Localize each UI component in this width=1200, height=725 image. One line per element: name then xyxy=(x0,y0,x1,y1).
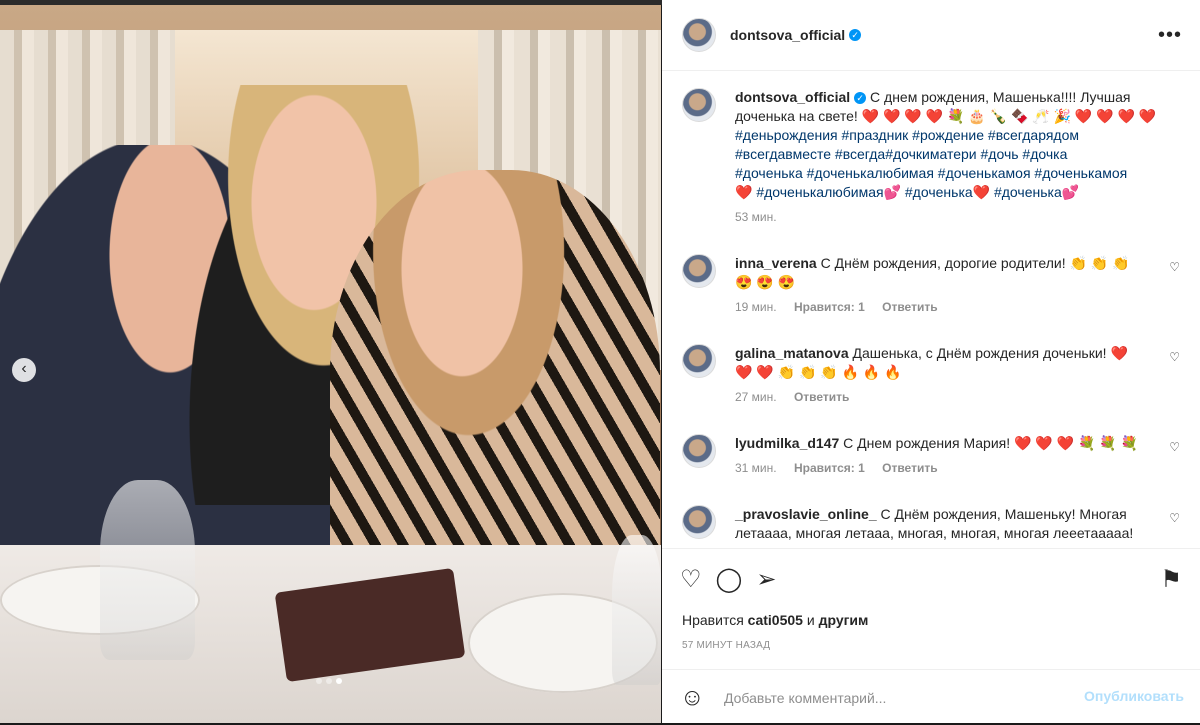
add-comment-row: ☺ Опубликовать xyxy=(662,669,1200,725)
comment-time[interactable]: 19 мин. xyxy=(735,300,777,314)
likes-prefix: Нравится xyxy=(682,612,744,628)
carousel-dot xyxy=(316,678,322,684)
avatar[interactable] xyxy=(682,18,716,52)
comment-body: Дашенька, с Днём рождения доченьки! ❤️ xyxy=(852,345,1128,361)
comment-heart-icon[interactable]: ♡ xyxy=(1169,511,1180,525)
comment-body: С Днем рождения Мария! ❤️ ❤️ ❤️ 💐 💐 💐 xyxy=(843,435,1139,451)
comment-heart-icon[interactable]: ♡ xyxy=(1169,440,1180,454)
comment-likes[interactable]: Нравится: 1 xyxy=(794,461,865,475)
smiley-icon[interactable]: ☺ xyxy=(680,684,705,712)
comment-time[interactable]: 27 мин. xyxy=(735,390,777,404)
comment-text: inna_verena С Днём рождения, дорогие род… xyxy=(735,254,1165,317)
verified-badge-icon: ✓ xyxy=(849,29,862,41)
reply-button[interactable]: Ответить xyxy=(794,390,849,404)
comment-text: lyudmilka_d147 С Днем рождения Мария! ❤️… xyxy=(735,434,1165,478)
comment-body-cont: 😍 😍 😍 xyxy=(735,274,796,290)
comment-username[interactable]: lyudmilka_d147 xyxy=(735,435,839,451)
comment-likes[interactable]: Нравится: 1 xyxy=(794,300,865,314)
heart-icon[interactable]: ♡ xyxy=(680,565,702,594)
comment-heart-icon[interactable]: ♡ xyxy=(1169,350,1180,364)
reply-button[interactable]: Ответить xyxy=(882,461,937,475)
reply-button[interactable]: Ответить xyxy=(882,300,937,314)
likes-and: и xyxy=(806,612,815,628)
comment-heart-icon[interactable]: ♡ xyxy=(1169,260,1180,274)
comment-body: С Днём рождения, Машеньку! Многая xyxy=(880,506,1127,522)
comment-body-cont: ❤️ ❤️ 👏 👏 👏 🔥 🔥 🔥 xyxy=(735,364,902,380)
avatar[interactable] xyxy=(682,505,716,539)
post-sidebar: dontsova_official ✓ ••• dontsova_officia… xyxy=(662,0,1200,723)
chevron-left-icon[interactable]: ‹ xyxy=(12,358,36,382)
post-author-username[interactable]: dontsova_official xyxy=(730,27,845,43)
post-header: dontsova_official ✓ ••• xyxy=(662,0,1200,71)
comment-username[interactable]: galina_matanova xyxy=(735,345,849,361)
avatar[interactable] xyxy=(682,254,716,288)
comment-text: galina_matanova Дашенька, с Днём рождени… xyxy=(735,344,1165,407)
avatar[interactable] xyxy=(682,344,716,378)
caption-username[interactable]: dontsova_official xyxy=(735,89,850,105)
post-time[interactable]: 57 МИНУТ НАЗАД xyxy=(682,640,770,651)
carousel-dot xyxy=(326,678,332,684)
likes-others-link[interactable]: другим xyxy=(819,612,869,628)
comment-input[interactable] xyxy=(722,686,1066,710)
carousel-dots xyxy=(316,678,342,684)
comment-username[interactable]: inna_verena xyxy=(735,255,817,271)
avatar[interactable] xyxy=(682,434,716,468)
comment-meta: 19 мин. Нравится: 1 Ответить xyxy=(735,298,1165,317)
photo-glass-right xyxy=(612,535,661,685)
comments-list[interactable]: dontsova_official ✓ С днем рождения, Маше… xyxy=(662,71,1200,547)
share-icon[interactable]: ➢ xyxy=(756,565,776,594)
bookmark-icon[interactable]: ⚑ xyxy=(1160,565,1182,594)
caption-meta: 53 мин. xyxy=(735,208,1165,227)
more-options-icon[interactable]: ••• xyxy=(1158,24,1182,47)
comment-text: _pravoslavie_online_ С Днём рождения, Ма… xyxy=(735,505,1165,543)
action-icons: ♡ ◯ ➢ xyxy=(680,565,776,594)
post-actions: ♡ ◯ ➢ ⚑ Нравится cati0505 и другим 57 МИ… xyxy=(662,548,1200,724)
photo-glass-left xyxy=(100,480,195,660)
hashtag-line[interactable]: #всегдавместе #всегда#дочкиматери #дочь … xyxy=(735,146,1067,162)
comment-body: С Днём рождения, дорогие родители! 👏 👏 👏 xyxy=(820,255,1130,271)
likes-user-link[interactable]: cati0505 xyxy=(748,612,803,628)
comment-icon[interactable]: ◯ xyxy=(716,565,743,594)
comment-time[interactable]: 31 мин. xyxy=(735,461,777,475)
carousel-dot-active xyxy=(336,678,342,684)
hashtag-line[interactable]: ❤️ #доченькалюбимая💕 #доченька❤️ #дочень… xyxy=(735,184,1079,200)
likes-summary: Нравится cati0505 и другим xyxy=(682,612,868,628)
comment-meta: 27 мин. Ответить xyxy=(735,388,1165,407)
caption-text: dontsova_official ✓ С днем рождения, Маше… xyxy=(735,88,1165,227)
post-photo[interactable]: ‹ xyxy=(0,5,661,723)
comment-username[interactable]: _pravoslavie_online_ xyxy=(735,506,877,522)
caption-line: доченька на свете! ❤️ ❤️ ❤️ ❤️ 💐 🎂 🍾 🍫 🥂… xyxy=(735,108,1157,124)
caption-line: С днем рождения, Машенька!!!! Лучшая xyxy=(870,89,1131,105)
hashtag-line[interactable]: #деньрождения #праздник #рождение #всегд… xyxy=(735,127,1079,143)
publish-button[interactable]: Опубликовать xyxy=(1084,688,1184,704)
verified-badge-icon: ✓ xyxy=(854,92,867,104)
hashtag-line[interactable]: #доченька #доченькалюбимая #доченькамоя … xyxy=(735,165,1127,181)
comment-meta: 31 мин. Нравится: 1 Ответить xyxy=(735,459,1165,478)
avatar[interactable] xyxy=(682,88,716,122)
caption-time[interactable]: 53 мин. xyxy=(735,210,777,224)
comment-body-cont: летаааа, многая летааа, многая, многая, … xyxy=(735,525,1134,541)
